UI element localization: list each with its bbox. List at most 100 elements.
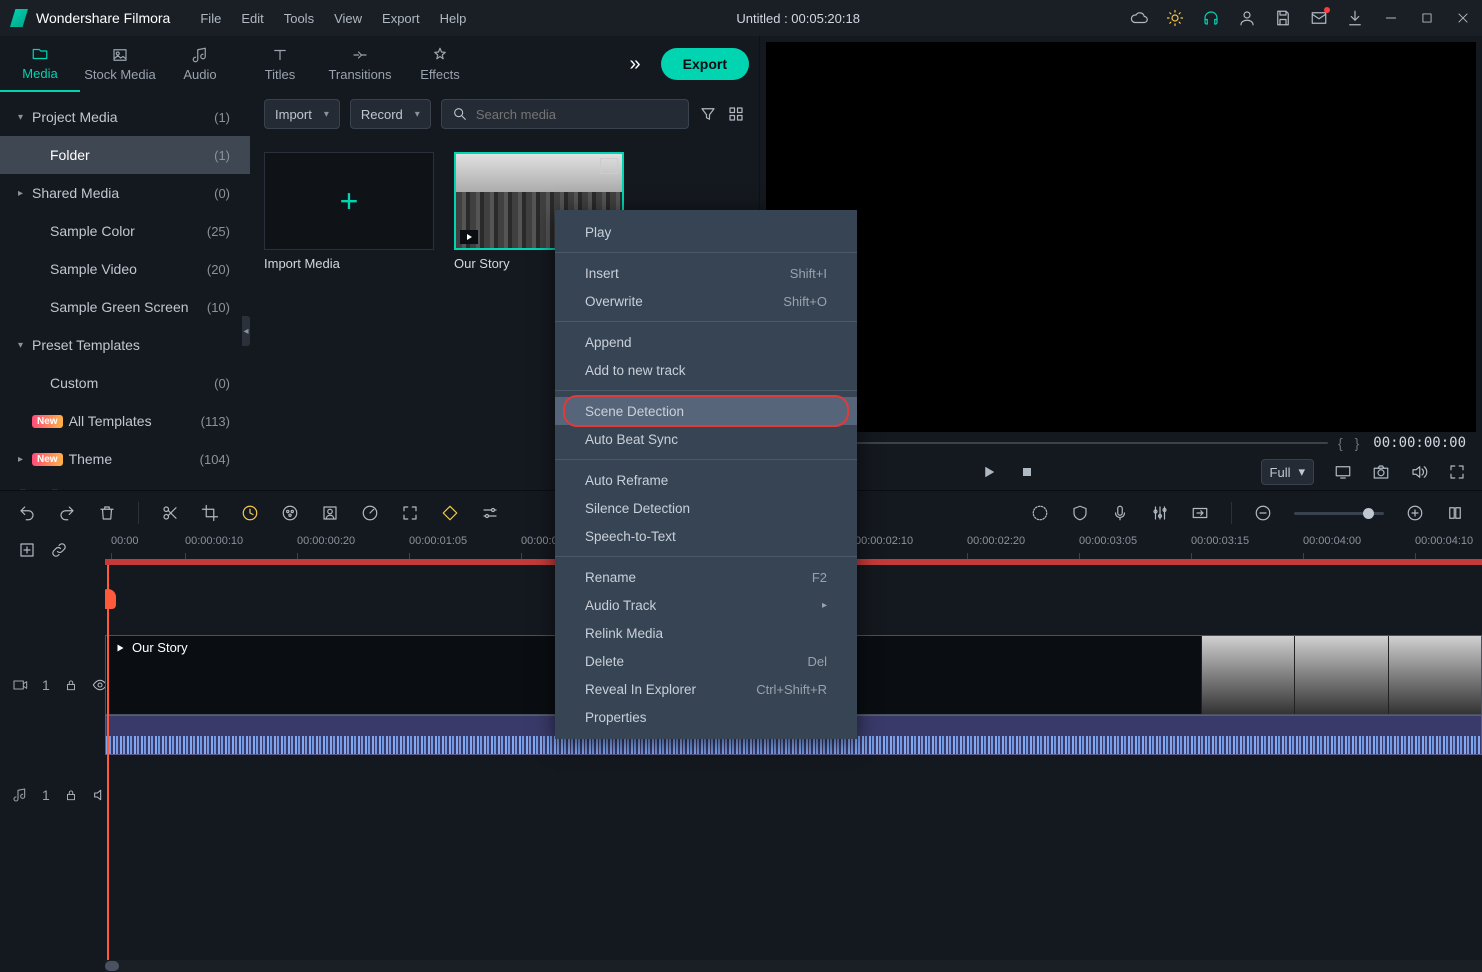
ctx-scene-detection[interactable]: Scene Detection — [555, 397, 857, 425]
sidebar-item-custom[interactable]: Custom(0) — [0, 364, 250, 402]
color-icon[interactable] — [281, 504, 299, 522]
ctx-auto-reframe[interactable]: Auto Reframe — [555, 466, 857, 494]
export-button[interactable]: Export — [661, 48, 749, 80]
zoom-in-icon[interactable] — [1406, 504, 1424, 522]
scroll-track[interactable] — [105, 960, 1482, 972]
ctx-relink-media[interactable]: Relink Media — [555, 619, 857, 647]
ctx-reveal-explorer[interactable]: Reveal In ExplorerCtrl+Shift+R — [555, 675, 857, 703]
import-dropdown[interactable]: Import▾ — [264, 99, 340, 129]
marker-shield-icon[interactable] — [1071, 504, 1089, 522]
ctx-append[interactable]: Append — [555, 328, 857, 356]
redo-icon[interactable] — [58, 504, 76, 522]
in-out-brackets[interactable]: { } — [1338, 435, 1363, 451]
sidebar-item-all-templates[interactable]: NewAll Templates(113) — [0, 402, 250, 440]
tab-transitions[interactable]: Transitions — [320, 36, 400, 92]
ctx-separator — [555, 556, 857, 557]
tips-icon[interactable] — [1166, 9, 1184, 27]
scroll-thumb[interactable] — [105, 961, 119, 971]
download-icon[interactable] — [1346, 9, 1364, 27]
ctx-overwrite[interactable]: OverwriteShift+O — [555, 287, 857, 315]
menu-tools[interactable]: Tools — [284, 11, 314, 26]
sidebar-item-project-media[interactable]: ▾Project Media(1) — [0, 98, 250, 136]
delete-icon[interactable] — [98, 504, 116, 522]
audio-mixer-icon[interactable] — [1151, 504, 1169, 522]
more-tabs-icon[interactable]: » — [630, 53, 641, 76]
lock-icon[interactable] — [64, 786, 78, 804]
scrub-slider[interactable] — [776, 442, 1328, 444]
voiceover-icon[interactable] — [1111, 504, 1129, 522]
sidebar-item-sample-video[interactable]: Sample Video(20) — [0, 250, 250, 288]
preview-video[interactable] — [766, 42, 1476, 432]
add-folder-icon[interactable] — [18, 486, 36, 490]
zoom-out-icon[interactable] — [1254, 504, 1272, 522]
green-screen-icon[interactable] — [321, 504, 339, 522]
split-icon[interactable] — [161, 504, 179, 522]
speed-ramp-icon[interactable] — [361, 504, 379, 522]
menu-view[interactable]: View — [334, 11, 362, 26]
ctx-insert[interactable]: InsertShift+I — [555, 259, 857, 287]
sidebar-item-theme[interactable]: ▸NewTheme(104) — [0, 440, 250, 478]
adjust-icon[interactable] — [481, 504, 499, 522]
save-icon[interactable] — [1274, 9, 1292, 27]
track-add-icon[interactable] — [18, 541, 36, 559]
folder-icon[interactable] — [50, 486, 68, 490]
menu-file[interactable]: File — [200, 11, 221, 26]
fit-icon[interactable] — [1446, 504, 1464, 522]
ctx-audio-track[interactable]: Audio Track▸ — [555, 591, 857, 619]
headphones-icon[interactable] — [1202, 9, 1220, 27]
ctx-auto-beat-sync[interactable]: Auto Beat Sync — [555, 425, 857, 453]
tab-stock-media[interactable]: Stock Media — [80, 36, 160, 92]
sidebar-item-shared-media[interactable]: ▸Shared Media(0) — [0, 174, 250, 212]
fullscreen-icon[interactable] — [1448, 463, 1466, 481]
sidebar-item-sample-green[interactable]: Sample Green Screen(10) — [0, 288, 250, 326]
zoom-slider[interactable] — [1294, 512, 1384, 515]
render-icon[interactable] — [1191, 504, 1209, 522]
search-input[interactable] — [476, 107, 678, 122]
maximize-icon[interactable] — [1418, 9, 1436, 27]
menu-help[interactable]: Help — [440, 11, 467, 26]
message-icon[interactable] — [1310, 9, 1328, 27]
sidebar-item-preset-templates[interactable]: ▾Preset Templates — [0, 326, 250, 364]
tab-audio[interactable]: Audio — [160, 36, 240, 92]
undo-icon[interactable] — [18, 504, 36, 522]
lock-icon[interactable] — [64, 676, 78, 694]
menu-edit[interactable]: Edit — [241, 11, 263, 26]
snapshot-icon[interactable] — [1372, 463, 1390, 481]
link-icon[interactable] — [50, 541, 68, 559]
volume-icon[interactable] — [1410, 463, 1428, 481]
keyframe-icon[interactable] — [441, 504, 459, 522]
cloud-icon[interactable] — [1130, 9, 1148, 27]
stop-icon[interactable] — [1018, 463, 1036, 481]
detect-icon[interactable] — [401, 504, 419, 522]
ctx-play[interactable]: Play — [555, 218, 857, 246]
ctx-rename[interactable]: RenameF2 — [555, 563, 857, 591]
crop-icon[interactable] — [201, 504, 219, 522]
collapse-sidebar-icon[interactable]: ◂ — [242, 316, 250, 346]
ctx-silence-detection[interactable]: Silence Detection — [555, 494, 857, 522]
import-media-tile[interactable]: + Import Media — [264, 152, 434, 271]
record-dropdown[interactable]: Record▾ — [350, 99, 431, 129]
ctx-add-track[interactable]: Add to new track — [555, 356, 857, 384]
tab-effects[interactable]: Effects — [400, 36, 480, 92]
playhead[interactable] — [107, 565, 109, 960]
minimize-icon[interactable] — [1382, 9, 1400, 27]
ctx-speech-to-text[interactable]: Speech-to-Text — [555, 522, 857, 550]
close-icon[interactable] — [1454, 9, 1472, 27]
sidebar-item-folder[interactable]: Folder(1) — [0, 136, 250, 174]
zoom-thumb[interactable] — [1363, 508, 1374, 519]
mark-icon[interactable] — [1031, 504, 1049, 522]
play-icon[interactable] — [980, 463, 998, 481]
display-icon[interactable] — [1334, 463, 1352, 481]
tab-media[interactable]: Media — [0, 36, 80, 92]
quality-dropdown[interactable]: Full▾ — [1261, 459, 1314, 485]
speed-icon[interactable] — [241, 504, 259, 522]
ctx-delete[interactable]: DeleteDel — [555, 647, 857, 675]
ctx-properties[interactable]: Properties — [555, 703, 857, 731]
tab-titles[interactable]: Titles — [240, 36, 320, 92]
filter-icon[interactable] — [699, 105, 717, 123]
menu-export[interactable]: Export — [382, 11, 420, 26]
grid-view-icon[interactable] — [727, 105, 745, 123]
account-icon[interactable] — [1238, 9, 1256, 27]
menu-bar: File Edit Tools View Export Help — [200, 11, 466, 26]
sidebar-item-sample-color[interactable]: Sample Color(25) — [0, 212, 250, 250]
